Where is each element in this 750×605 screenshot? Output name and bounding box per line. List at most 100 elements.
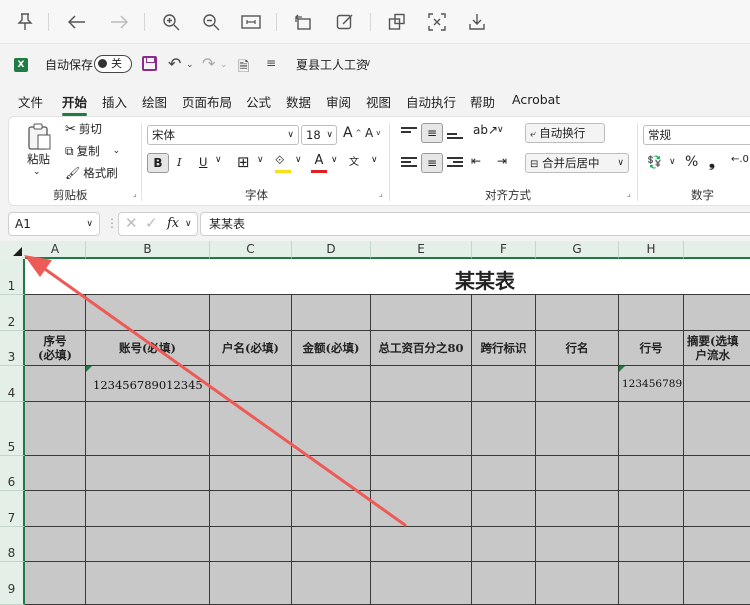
row-header-7[interactable]: 7 bbox=[0, 491, 25, 527]
cell-c4[interactable] bbox=[210, 366, 292, 402]
cell-c6[interactable] bbox=[210, 456, 292, 491]
document-title[interactable]: 夏县工人工资 bbox=[296, 56, 368, 73]
cell-c5[interactable] bbox=[210, 402, 292, 456]
cell-a5[interactable] bbox=[25, 402, 86, 456]
cell-c7[interactable] bbox=[210, 491, 292, 527]
bold-button[interactable]: B bbox=[147, 153, 169, 173]
increase-font-icon[interactable]: A ^ bbox=[343, 125, 361, 141]
decrease-indent-icon[interactable]: ⇤ bbox=[471, 154, 481, 168]
cell-a4[interactable] bbox=[25, 366, 86, 402]
cell-h4[interactable]: 123456789 bbox=[619, 366, 684, 402]
cell-h2[interactable] bbox=[619, 295, 684, 331]
cell-i4[interactable] bbox=[684, 366, 750, 402]
cell-i8[interactable] bbox=[684, 527, 750, 562]
cell-h5[interactable] bbox=[619, 402, 684, 456]
cell-e9[interactable] bbox=[371, 562, 472, 605]
cell-d9[interactable] bbox=[292, 562, 371, 605]
align-middle-icon[interactable]: ≡ bbox=[421, 123, 443, 143]
row-header-4[interactable]: 4 bbox=[0, 366, 25, 402]
cell-i2[interactable] bbox=[684, 295, 750, 331]
orientation-dropdown-icon[interactable]: ∨ bbox=[497, 125, 504, 135]
align-left-icon[interactable] bbox=[401, 157, 417, 169]
cell-g8[interactable] bbox=[536, 527, 619, 562]
italic-button[interactable]: I bbox=[177, 155, 182, 169]
cell-g5[interactable] bbox=[536, 402, 619, 456]
cell-i7[interactable] bbox=[684, 491, 750, 527]
decrease-font-icon[interactable]: Av bbox=[365, 126, 380, 140]
font-launcher-icon[interactable]: ⌟ bbox=[379, 189, 383, 198]
row-header-1[interactable]: 1 bbox=[0, 259, 25, 295]
enter-icon[interactable]: ✓ bbox=[145, 214, 158, 232]
redo-icon[interactable]: ↷ bbox=[202, 54, 215, 73]
cell-c8[interactable] bbox=[210, 527, 292, 562]
number-format-select[interactable]: 常规 bbox=[643, 125, 750, 145]
cell-f7[interactable] bbox=[472, 491, 536, 527]
header-memo[interactable]: 摘要(选填 户流水 bbox=[684, 331, 750, 366]
row-header-9[interactable]: 9 bbox=[0, 562, 25, 605]
cell-f8[interactable] bbox=[472, 527, 536, 562]
row-header-6[interactable]: 6 bbox=[0, 456, 25, 491]
cancel-icon[interactable]: ✕ bbox=[125, 214, 138, 232]
header-account[interactable]: 账号(必填) bbox=[86, 331, 210, 366]
cell-b8[interactable] bbox=[86, 527, 210, 562]
clipboard-launcher-icon[interactable]: ⌟ bbox=[133, 189, 137, 198]
undo-icon[interactable]: ↶ bbox=[168, 54, 181, 73]
cell-c2[interactable] bbox=[210, 295, 292, 331]
column-header-g[interactable]: G bbox=[536, 241, 619, 259]
font-name-select[interactable]: 宋体 ∨ bbox=[147, 125, 299, 145]
orientation-icon[interactable]: ab↗ bbox=[473, 123, 498, 137]
column-header-e[interactable]: E bbox=[371, 241, 472, 259]
cell-e8[interactable] bbox=[371, 527, 472, 562]
cell-a7[interactable] bbox=[25, 491, 86, 527]
cell-f4[interactable] bbox=[472, 366, 536, 402]
align-bottom-icon[interactable] bbox=[447, 129, 463, 141]
pin-icon[interactable] bbox=[14, 11, 36, 33]
cell-b6[interactable] bbox=[86, 456, 210, 491]
font-size-select[interactable]: 18 ∨ bbox=[301, 125, 337, 145]
column-header-d[interactable]: D bbox=[292, 241, 371, 259]
cell-b7[interactable] bbox=[86, 491, 210, 527]
cell-f9[interactable] bbox=[472, 562, 536, 605]
header-amount[interactable]: 金额(必填) bbox=[292, 331, 371, 366]
cell-c9[interactable] bbox=[210, 562, 292, 605]
tab-automate[interactable]: 自动执行 bbox=[406, 92, 456, 111]
column-header-b[interactable]: B bbox=[86, 241, 210, 259]
cell-d7[interactable] bbox=[292, 491, 371, 527]
cell-e6[interactable] bbox=[371, 456, 472, 491]
tab-formulas[interactable]: 公式 bbox=[246, 92, 271, 111]
font-color-dropdown-icon[interactable]: ∨ bbox=[331, 155, 338, 165]
cell-e4[interactable] bbox=[371, 366, 472, 402]
screenshot-icon[interactable] bbox=[426, 11, 448, 33]
alignment-launcher-icon[interactable]: ⌟ bbox=[627, 189, 631, 198]
cell-g4[interactable] bbox=[536, 366, 619, 402]
cell-b5[interactable] bbox=[86, 402, 210, 456]
paste-dropdown-icon[interactable]: ⌄ bbox=[33, 167, 41, 177]
cell-f6[interactable] bbox=[472, 456, 536, 491]
fill-color-dropdown-icon[interactable]: ∨ bbox=[295, 155, 302, 165]
fill-color-icon[interactable]: ⟐ bbox=[275, 153, 291, 173]
rotate-icon[interactable] bbox=[292, 11, 314, 33]
cell-i6[interactable] bbox=[684, 456, 750, 491]
zoom-out-icon[interactable] bbox=[200, 11, 222, 33]
cell-g6[interactable] bbox=[536, 456, 619, 491]
insert-function-icon[interactable]: fx bbox=[167, 216, 179, 231]
page-setup-icon[interactable]: 🗎 bbox=[238, 56, 249, 80]
currency-icon[interactable]: 💱 bbox=[647, 155, 662, 169]
cell-f5[interactable] bbox=[472, 402, 536, 456]
column-header-a[interactable]: A bbox=[25, 241, 86, 259]
align-top-icon[interactable] bbox=[401, 127, 417, 139]
tab-draw[interactable]: 绘图 bbox=[142, 92, 167, 111]
cell-h8[interactable] bbox=[619, 527, 684, 562]
column-header-i[interactable] bbox=[684, 241, 750, 259]
column-header-f[interactable]: F bbox=[472, 241, 536, 259]
row-header-3[interactable]: 3 bbox=[0, 331, 25, 366]
cell-h6[interactable] bbox=[619, 456, 684, 491]
cell-i5[interactable] bbox=[684, 402, 750, 456]
undo-dropdown-icon[interactable]: ⌄ bbox=[186, 60, 194, 70]
column-header-h[interactable]: H bbox=[619, 241, 684, 259]
forward-arrow-icon[interactable] bbox=[108, 11, 130, 33]
currency-dropdown-icon[interactable]: ∨ bbox=[669, 157, 676, 167]
wrap-text-button[interactable]: ⤶ 自动换行 bbox=[525, 123, 605, 143]
cell-a8[interactable] bbox=[25, 527, 86, 562]
cell-g9[interactable] bbox=[536, 562, 619, 605]
